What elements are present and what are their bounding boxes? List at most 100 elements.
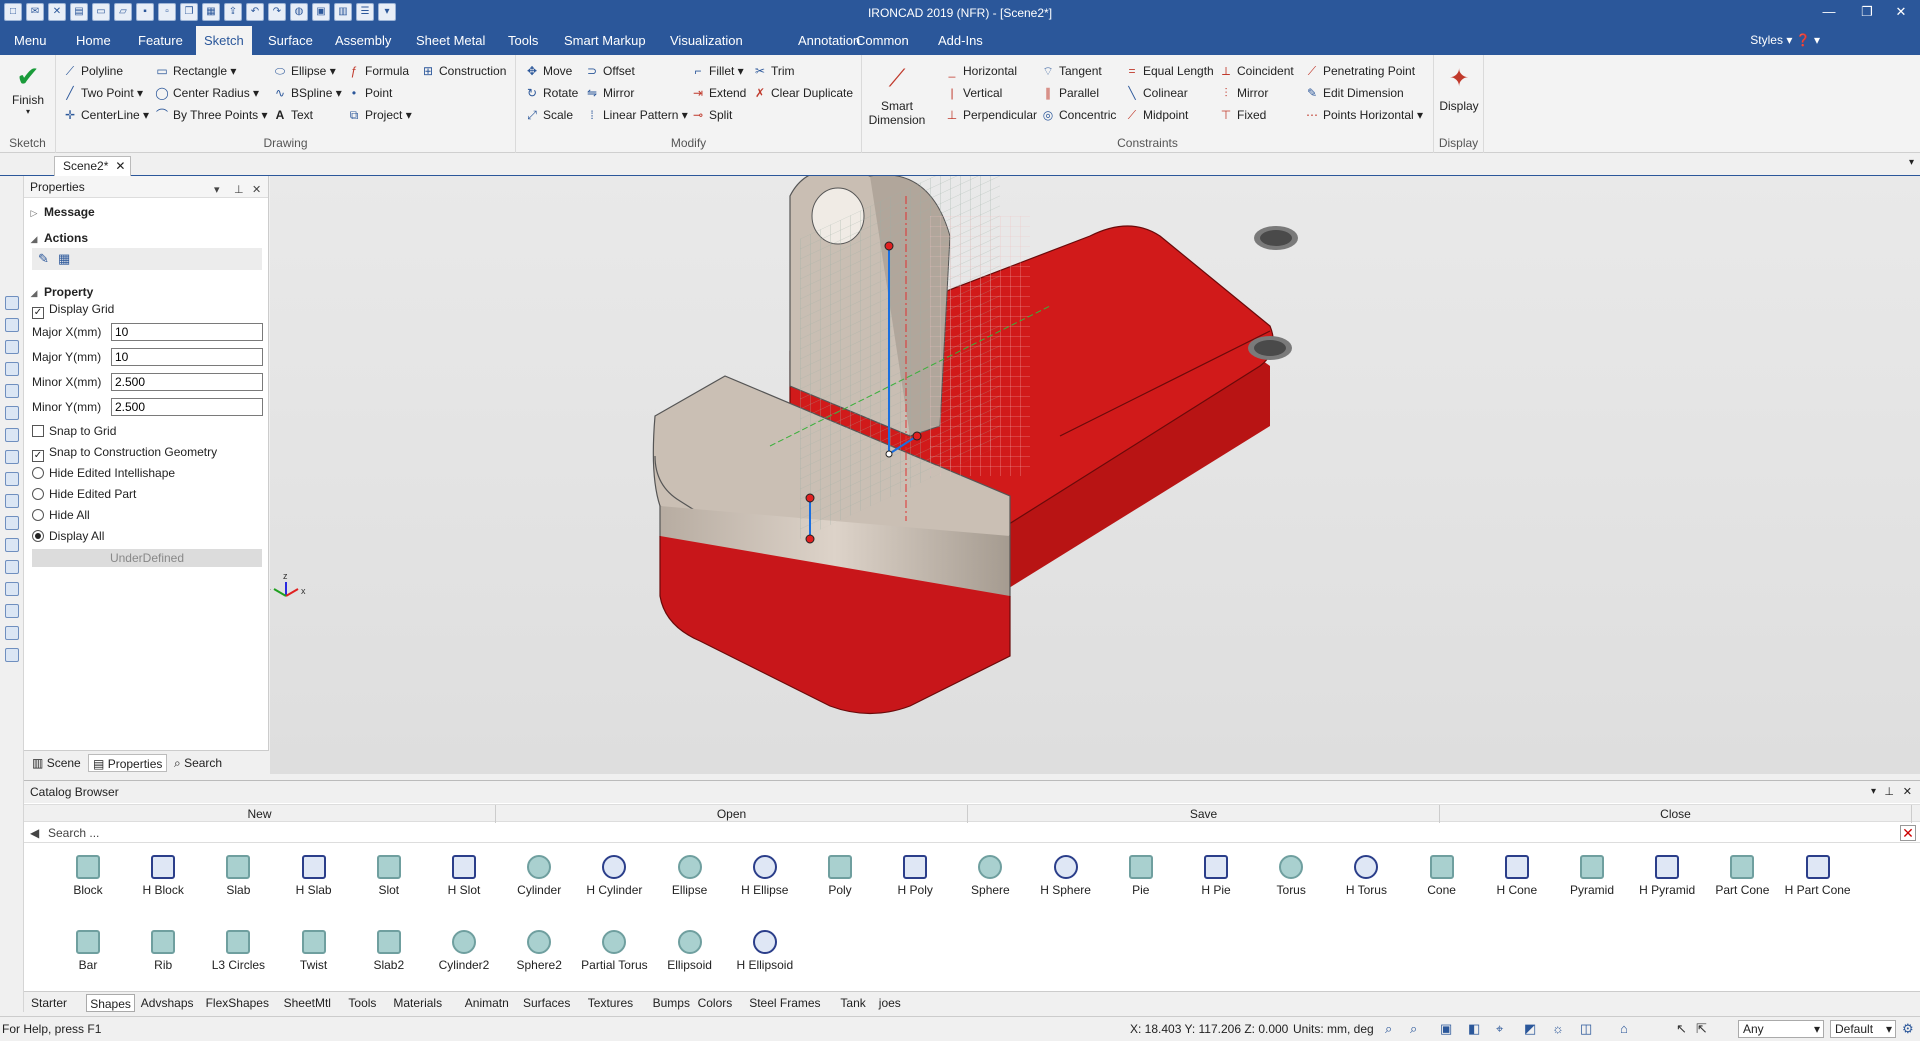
catalog-shape[interactable]: Twist — [276, 924, 352, 980]
tab-assembly[interactable]: Assembly — [327, 26, 399, 55]
tool-icon-9[interactable] — [5, 472, 19, 486]
catalog-new-button[interactable]: New — [24, 805, 496, 823]
fixed-button[interactable]: ⊤ Fixed — [1218, 105, 1267, 125]
zoom-icon[interactable]: ⌕ — [1385, 1021, 1392, 1037]
two-point-button[interactable]: ╱ Two Point ▾ — [62, 83, 143, 103]
tool-icon-12[interactable] — [5, 538, 19, 552]
tab-scene2[interactable]: Scene2* ✕ — [54, 156, 132, 176]
tool-icon-4[interactable] — [5, 362, 19, 376]
zoom-window-icon[interactable]: ⌕ — [1410, 1021, 1417, 1037]
select-arrow-icon[interactable]: ↖ — [1676, 1021, 1687, 1037]
catalog-tab[interactable]: Animatn — [462, 994, 512, 1012]
tool-icon-7[interactable] — [5, 428, 19, 442]
clear-search-icon[interactable]: ✕ — [1900, 825, 1916, 841]
catalog-shape[interactable]: Pie — [1103, 849, 1179, 905]
radio-hide-edited-intellishape[interactable]: Hide Edited Intellishape — [32, 464, 175, 482]
snap-grid-checkbox[interactable]: Snap to Grid — [32, 422, 116, 440]
tab-home[interactable]: Home — [68, 26, 119, 55]
catalog-shape[interactable]: Rib — [125, 924, 201, 980]
centerline-button[interactable]: ✛ CenterLine ▾ — [62, 105, 149, 125]
underdefined-status-button[interactable]: UnderDefined — [32, 549, 262, 567]
scale-button[interactable]: ⤢ Scale — [524, 105, 573, 125]
catalog-shape[interactable]: H Ellipse — [727, 849, 803, 905]
catalog-menu-icon[interactable]: ▾ — [1871, 781, 1876, 803]
edit-dimension-button[interactable]: ✎ Edit Dimension — [1304, 83, 1404, 103]
catalog-shape[interactable]: Partial Torus — [576, 924, 652, 980]
catalog-shape[interactable]: Slab — [200, 849, 276, 905]
catalog-open-button[interactable]: Open — [496, 805, 968, 823]
radio-display-all[interactable]: Display All — [32, 527, 104, 545]
three-points-button[interactable]: ⌒ By Three Points ▾ — [154, 105, 268, 125]
restore-icon[interactable]: ❐ — [1852, 2, 1882, 22]
catalog-shape[interactable]: H Part Cone — [1780, 849, 1856, 905]
tool-icon-15[interactable] — [5, 604, 19, 618]
point-button[interactable]: • Point — [346, 83, 392, 103]
catalog-shape[interactable]: Sphere2 — [501, 924, 577, 980]
minor-x-input[interactable] — [111, 373, 263, 391]
mirror-button[interactable]: ⇋ Mirror — [584, 83, 634, 103]
close-icon[interactable]: ✕ — [1886, 2, 1916, 22]
tab-sheet-metal[interactable]: Sheet Metal — [408, 26, 493, 55]
catalog-tab[interactable]: Advshaps — [138, 994, 197, 1012]
move-button[interactable]: ✥ Move — [524, 61, 572, 81]
catalog-shape[interactable]: Slot — [351, 849, 427, 905]
panel-close-icon[interactable]: ✕ — [252, 179, 261, 201]
tool-icon-17[interactable] — [5, 648, 19, 662]
catalog-shape[interactable]: H Pie — [1178, 849, 1254, 905]
tool-icon-8[interactable] — [5, 450, 19, 464]
tab-common[interactable]: Common — [848, 26, 917, 55]
catalog-search-input[interactable]: ◀ Search ... ✕ — [24, 823, 1920, 843]
tab-menu[interactable]: Menu — [6, 26, 55, 55]
catalog-shape[interactable]: Slab2 — [351, 924, 427, 980]
catalog-shape[interactable]: Poly — [802, 849, 878, 905]
construction-button[interactable]: ⊞ Construction — [420, 61, 506, 81]
tool-icon-11[interactable] — [5, 516, 19, 530]
styles-menu[interactable]: Styles ▾ ❓ ▾ — [1750, 33, 1820, 47]
penetrating-point-button[interactable]: ⟋ Penetrating Point — [1304, 61, 1415, 81]
catalog-shape[interactable]: H Slot — [426, 849, 502, 905]
section-icon[interactable]: ◫ — [1580, 1021, 1592, 1037]
formula-button[interactable]: ƒ Formula — [346, 61, 409, 81]
center-radius-button[interactable]: ◯ Center Radius ▾ — [154, 83, 259, 103]
minor-y-input[interactable] — [111, 398, 263, 416]
catalog-shape[interactable]: L3 Circles — [200, 924, 276, 980]
vertical-button[interactable]: | Vertical — [944, 83, 1002, 103]
catalog-shape[interactable]: H Cylinder — [576, 849, 652, 905]
catalog-close-icon[interactable]: ✕ — [1903, 781, 1912, 803]
catalog-tab[interactable]: Tools — [345, 994, 379, 1012]
tab-visualization[interactable]: Visualization — [662, 26, 751, 55]
camera-icon[interactable]: ⌂ — [1620, 1021, 1628, 1036]
help-icon[interactable]: ❓ — [1796, 33, 1811, 47]
orient-icon[interactable]: ⌖ — [1496, 1021, 1503, 1037]
catalog-shape[interactable]: H Sphere — [1028, 849, 1104, 905]
tab-sketch[interactable]: Sketch — [196, 26, 252, 55]
pointer-icon[interactable]: ⇱ — [1696, 1021, 1707, 1037]
clear-duplicate-button[interactable]: ✗ Clear Duplicate — [752, 83, 853, 103]
tab-feature[interactable]: Feature — [130, 26, 191, 55]
smart-dimension-button[interactable]: ⟋ Smart Dimension — [866, 59, 928, 127]
tab-list-icon[interactable]: ▾ — [1909, 157, 1914, 168]
catalog-tab[interactable]: Tank — [837, 994, 868, 1012]
edit-action-icon[interactable]: ✎ — [38, 251, 49, 267]
bspline-button[interactable]: ∿ BSpline ▾ — [272, 83, 342, 103]
concentric-button[interactable]: ◎ Concentric — [1040, 105, 1117, 125]
fillet-button[interactable]: ⌐ Fillet ▾ — [690, 61, 743, 81]
radio-hide-edited-part[interactable]: Hide Edited Part — [32, 485, 136, 503]
trim-button[interactable]: ✂ Trim — [752, 61, 795, 81]
catalog-shape[interactable]: Torus — [1253, 849, 1329, 905]
table-action-icon[interactable]: ▦ — [58, 251, 70, 267]
catalog-tab[interactable]: FlexShapes — [203, 994, 272, 1012]
catalog-save-button[interactable]: Save — [968, 805, 1440, 823]
display-grid-checkbox[interactable]: ✓ Display Grid — [32, 300, 114, 319]
project-button[interactable]: ⧉ Project ▾ — [346, 105, 412, 125]
catalog-shape[interactable]: H Ellipsoid — [727, 924, 803, 980]
catalog-shape[interactable]: H Block — [125, 849, 201, 905]
catalog-shape[interactable]: Cone — [1404, 849, 1480, 905]
finish-button[interactable]: ✔ Finish ▾ — [4, 61, 52, 116]
major-y-input[interactable] — [111, 348, 263, 366]
catalog-shape[interactable]: Block — [50, 849, 126, 905]
tab-scene[interactable]: ▥ Scene — [28, 754, 85, 772]
catalog-tab[interactable]: Bumps — [650, 994, 693, 1012]
display-button[interactable]: ✦ Display — [1436, 59, 1482, 113]
catalog-pin-icon[interactable]: ⊥ — [1884, 781, 1894, 803]
